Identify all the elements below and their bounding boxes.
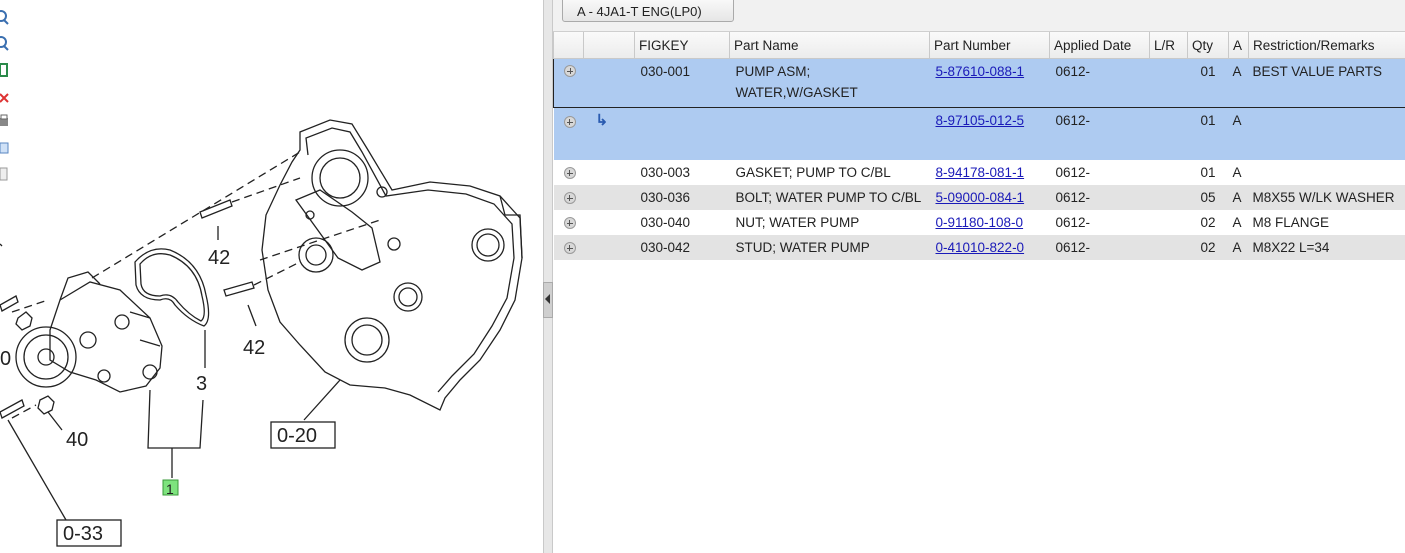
part-name-cell: GASKET; PUMP TO C/BL [735, 165, 891, 180]
table-row[interactable]: 030-036 BOLT; WATER PUMP TO C/BL 5-09000… [553, 185, 1405, 210]
qty-cell: 01 [1187, 107, 1229, 160]
lr-cell [1150, 210, 1188, 235]
part-number-link[interactable]: 0-91180-108-0 [936, 215, 1024, 230]
applied-date-cell: 0612- [1055, 215, 1091, 230]
col-expand [553, 32, 584, 59]
expand-icon[interactable] [563, 242, 576, 254]
figkey-cell: 030-003 [640, 165, 691, 180]
expand-icon[interactable] [563, 192, 576, 204]
lr-cell [1149, 58, 1188, 108]
callout-3[interactable]: 3 [196, 373, 207, 395]
remarks-cell [1248, 107, 1405, 160]
col-icon [583, 32, 635, 59]
part-number-link[interactable]: 8-97105-012-5 [936, 113, 1025, 128]
callout-42-lower[interactable]: 42 [243, 337, 265, 359]
collapse-pane-button[interactable] [543, 282, 553, 318]
col-figkey[interactable]: FIGKEY [634, 32, 730, 59]
diagram-drawing: 42 42 3 40 0 0-20 1 0-33 [0, 119, 523, 547]
callout-0[interactable]: 0 [0, 348, 11, 370]
callout-42-upper[interactable]: 42 [208, 247, 230, 269]
branch-icon: ↳ [595, 112, 609, 129]
a-cell: A [1232, 215, 1242, 230]
expand-icon[interactable] [563, 217, 576, 229]
tab-engine[interactable]: A - 4JA1-T ENG(LP0) [562, 0, 734, 22]
figkey-cell [634, 107, 730, 160]
qty-cell: 05 [1187, 185, 1229, 210]
part-number-link[interactable]: 5-09000-084-1 [936, 190, 1025, 205]
col-lr[interactable]: L/R [1149, 32, 1188, 59]
col-part-name[interactable]: Part Name [729, 32, 930, 59]
table-row[interactable]: 030-003 GASKET; PUMP TO C/BL 8-94178-081… [554, 160, 1405, 185]
callout-40[interactable]: 40 [66, 429, 88, 451]
part-number-link[interactable]: 5-87610-088-1 [936, 64, 1025, 79]
lr-cell [1149, 185, 1188, 210]
qty-cell: 02 [1200, 215, 1216, 230]
table-row[interactable]: 030-040 NUT; WATER PUMP 0-91180-108-0 06… [554, 210, 1405, 235]
a-cell: A [1228, 185, 1249, 210]
part-name-cell: STUD; WATER PUMP [729, 235, 930, 260]
pane-splitter[interactable] [543, 0, 553, 553]
a-cell: A [1228, 235, 1249, 260]
a-cell: A [1232, 165, 1242, 180]
remarks-cell [1249, 160, 1405, 185]
part-name-line: PUMP ASM; [735, 64, 811, 79]
table-row[interactable]: 030-042 STUD; WATER PUMP 0-41010-822-0 0… [553, 235, 1405, 260]
col-applied-date[interactable]: Applied Date [1049, 32, 1150, 59]
callout-0-33[interactable]: 0-33 [63, 523, 103, 545]
figkey-cell: 030-036 [634, 185, 730, 210]
applied-date-cell: 0612- [1049, 107, 1150, 160]
table-header: FIGKEY Part Name Part Number Applied Dat… [553, 32, 1405, 59]
applied-date-cell: 0612- [1055, 165, 1091, 180]
figkey-cell: 030-042 [634, 235, 730, 260]
part-name-cell [729, 107, 930, 160]
expand-icon[interactable] [564, 65, 576, 77]
col-part-number[interactable]: Part Number [929, 32, 1050, 59]
applied-date-cell: 0612- [1049, 58, 1150, 108]
part-name-cell: PUMP ASM; WATER,W/GASKET [729, 58, 930, 108]
a-cell: A [1228, 58, 1249, 108]
part-name-line: WATER,W/GASKET [735, 85, 858, 100]
part-name-cell: NUT; WATER PUMP [735, 215, 860, 230]
applied-date-cell: 0612- [1049, 185, 1150, 210]
parts-table: FIGKEY Part Name Part Number Applied Dat… [553, 32, 1405, 260]
chevron-left-icon [545, 294, 550, 304]
lr-cell [1149, 235, 1188, 260]
col-qty[interactable]: Qty [1187, 32, 1229, 59]
a-cell: A [1228, 107, 1249, 160]
callout-0-20[interactable]: 0-20 [277, 425, 317, 447]
table-row[interactable]: ↳ 8-97105-012-5 0612- 01 A [553, 107, 1405, 160]
remarks-cell: BEST VALUE PARTS [1248, 58, 1405, 108]
expand-icon[interactable] [563, 116, 576, 128]
part-number-link[interactable]: 0-41010-822-0 [936, 240, 1025, 255]
qty-cell: 01 [1200, 165, 1216, 180]
lr-cell [1150, 160, 1188, 185]
tab-bar: A - 4JA1-T ENG(LP0) [553, 0, 1405, 32]
col-remarks[interactable]: Restriction/Remarks [1248, 32, 1405, 59]
remarks-cell: M8 FLANGE [1252, 215, 1330, 230]
table-row[interactable]: 030-001 PUMP ASM; WATER,W/GASKET 5-87610-… [553, 58, 1405, 108]
qty-cell: 01 [1187, 58, 1229, 108]
remarks-cell: M8X55 W/LK WASHER [1248, 185, 1405, 210]
col-a[interactable]: A [1228, 32, 1249, 59]
parts-list-pane: A - 4JA1-T ENG(LP0) FIGKEY Part Name Par… [553, 0, 1405, 553]
lr-cell [1149, 107, 1188, 160]
figkey-cell: 030-040 [640, 215, 691, 230]
figkey-cell: 030-001 [634, 58, 730, 108]
applied-date-cell: 0612- [1049, 235, 1150, 260]
parts-diagram[interactable]: 42 42 3 40 0 0-20 1 0-33 [0, 0, 543, 553]
qty-cell: 02 [1187, 235, 1229, 260]
callout-1[interactable]: 1 [166, 481, 174, 497]
part-number-link[interactable]: 8-94178-081-1 [936, 165, 1025, 180]
expand-icon[interactable] [563, 167, 576, 179]
remarks-cell: M8X22 L=34 [1248, 235, 1405, 260]
part-name-cell: BOLT; WATER PUMP TO C/BL [729, 185, 930, 210]
